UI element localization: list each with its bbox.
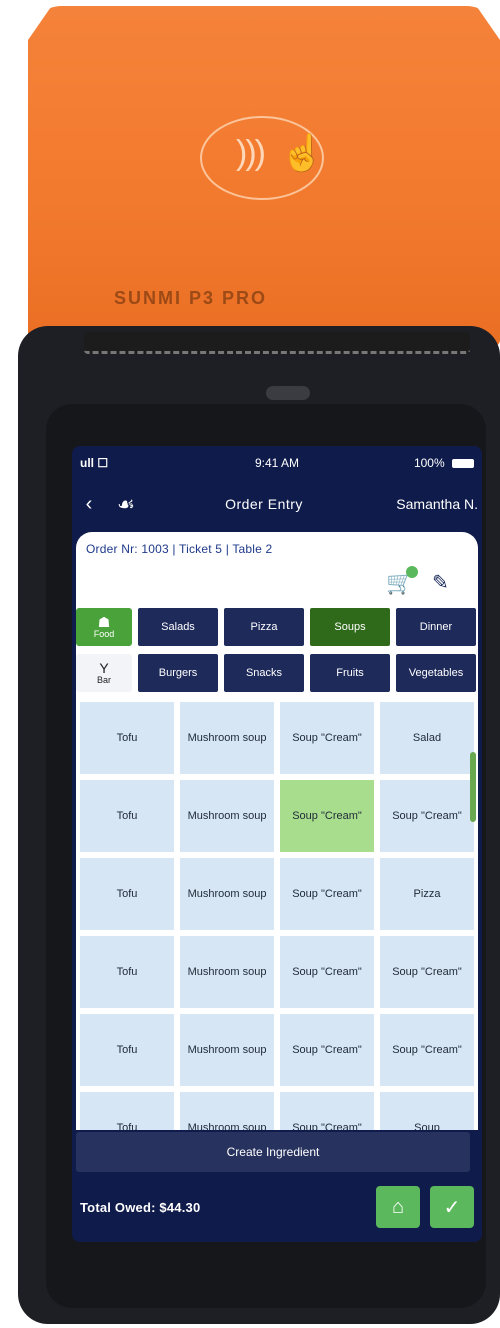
category-fruits[interactable]: Fruits [310, 654, 390, 692]
tap-hand-icon: ☝ [280, 132, 325, 173]
product-tile[interactable]: Soup [380, 1092, 474, 1130]
category-soups[interactable]: Soups [310, 608, 390, 646]
product-tile[interactable]: Soup "Cream" [280, 1014, 374, 1086]
bar-icon: Y [99, 660, 109, 676]
page-title: Order Entry [225, 496, 303, 512]
category-row-2: Y Bar Burgers Snacks Fruits Vegetables [76, 654, 478, 692]
order-info: Order Nr: 1003 | Ticket 5 | Table 2 [86, 542, 273, 556]
food-icon: ☗ [97, 614, 111, 630]
speaker [266, 386, 310, 400]
product-tile[interactable]: Mushroom soup [180, 1014, 274, 1086]
battery-status: 100% [354, 456, 474, 470]
back-icon[interactable]: ‹ [72, 493, 106, 516]
product-tile[interactable]: Tofu [80, 858, 174, 930]
product-tile[interactable]: Mushroom soup [180, 1092, 274, 1130]
print-button[interactable]: ⌂ [376, 1186, 420, 1228]
product-tile[interactable]: Tofu [80, 702, 174, 774]
product-grid: Tofu Mushroom soup Soup "Cream" Salad To… [76, 702, 478, 1130]
category-burgers[interactable]: Burgers [138, 654, 218, 692]
product-tile[interactable]: Soup "Cream" [280, 1092, 374, 1130]
product-tile[interactable]: Pizza [380, 858, 474, 930]
category-row-1: ☗ Food Salads Pizza Soups Dinner [76, 608, 478, 646]
product-tile-selected[interactable]: Soup "Cream" [280, 780, 374, 852]
total-owed: Total Owed: $44.30 [80, 1199, 201, 1215]
create-ingredient-button[interactable]: Create Ingredient [76, 1132, 470, 1172]
product-tile[interactable]: Tofu [80, 936, 174, 1008]
status-time: 9:41 AM [254, 456, 300, 470]
product-tile[interactable]: Mushroom soup [180, 936, 274, 1008]
cart-badge [406, 566, 418, 578]
product-tile[interactable]: Mushroom soup [180, 702, 274, 774]
confirm-button[interactable]: ✓ [430, 1186, 474, 1228]
product-tile[interactable]: Mushroom soup [180, 780, 274, 852]
category-dinner[interactable]: Dinner [396, 608, 476, 646]
status-bar: ull ☐ 9:41 AM 100% [72, 446, 482, 480]
category-bar-label: Bar [96, 675, 111, 685]
brand-label: SUNMI P3 PRO [114, 288, 268, 308]
check-icon: ✓ [443, 1196, 461, 1219]
nfc-icon: ))) [236, 134, 266, 172]
product-tile[interactable]: Tofu [80, 1014, 174, 1086]
category-food[interactable]: ☗ Food [76, 608, 132, 646]
product-tile[interactable]: Soup "Cream" [280, 936, 374, 1008]
edit-icon[interactable]: ✎ [432, 570, 456, 594]
category-snacks[interactable]: Snacks [224, 654, 304, 692]
product-tile[interactable]: Mushroom soup [180, 858, 274, 930]
category-food-label: Food [93, 629, 115, 639]
product-tile[interactable]: Soup "Cream" [380, 1014, 474, 1086]
logo-icon: ☙ [117, 493, 135, 516]
scrollbar[interactable] [470, 752, 476, 822]
battery-icon [452, 459, 474, 469]
product-tile[interactable]: Tofu [80, 1092, 174, 1130]
category-bar[interactable]: Y Bar [76, 654, 132, 692]
screen: ull ☐ 9:41 AM 100% ‹ ☙ Order Entry Saman… [72, 446, 482, 1242]
product-tile[interactable]: Salad [380, 702, 474, 774]
footer-bar: Total Owed: $44.30 ⌂ ✓ [72, 1172, 482, 1242]
battery-percent: 100% [413, 456, 445, 470]
user-name[interactable]: Samantha N. [382, 496, 482, 512]
category-salads[interactable]: Salads [138, 608, 218, 646]
category-vegetables[interactable]: Vegetables [396, 654, 476, 692]
product-tile[interactable]: Soup "Cream" [280, 702, 374, 774]
paper-slot [84, 332, 470, 354]
product-tile[interactable]: Soup "Cream" [380, 780, 474, 852]
print-icon: ⌂ [391, 1195, 405, 1218]
order-panel: Order Nr: 1003 | Ticket 5 | Table 2 🛒 ✎ … [76, 532, 478, 1130]
category-pizza[interactable]: Pizza [224, 608, 304, 646]
product-tile[interactable]: Tofu [80, 780, 174, 852]
product-tile[interactable]: Soup "Cream" [380, 936, 474, 1008]
nav-bar: ‹ ☙ Order Entry Samantha N. [72, 480, 482, 528]
signal-indicator: ull ☐ [80, 456, 109, 470]
product-tile[interactable]: Soup "Cream" [280, 858, 374, 930]
